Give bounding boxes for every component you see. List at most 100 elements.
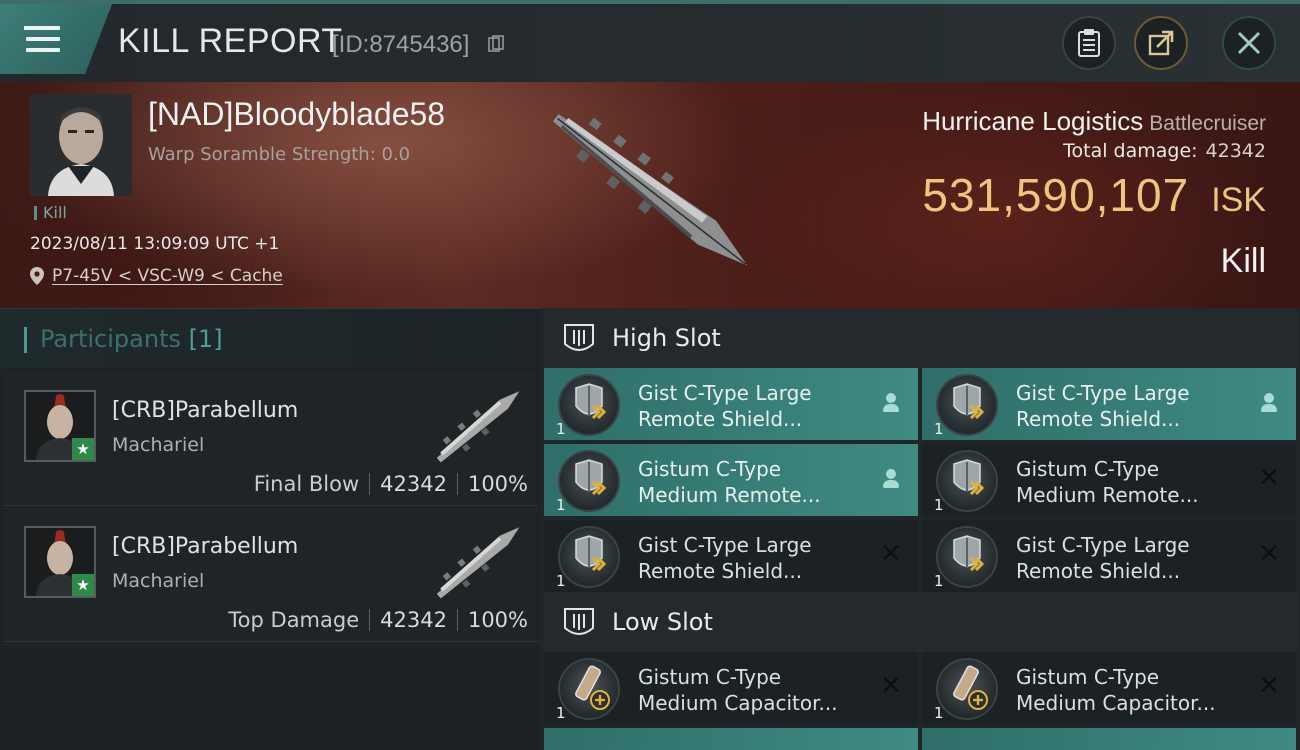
module-name-line2: Medium Remote... — [1016, 483, 1199, 507]
module-name-line1: Gist C-Type Large — [1016, 533, 1190, 557]
module-name-line1: Gist C-Type Large — [638, 533, 812, 557]
high-slot-label: High Slot — [612, 324, 721, 352]
low-slot-header: Low Slot — [544, 592, 1298, 652]
module-name: Gist C-Type Large Remote Shield... — [638, 380, 812, 432]
low-slot-label: Low Slot — [612, 608, 713, 636]
destroyed-icon: ✕ — [1258, 463, 1280, 493]
participant-row[interactable]: ★ [CRB]Parabellum Machariel Final Blow 4… — [4, 372, 538, 506]
module-quantity: 1 — [556, 496, 566, 514]
participant-percent: 100% — [467, 608, 528, 632]
participant-name[interactable]: [CRB]Parabellum — [112, 398, 298, 423]
module-quantity: 1 — [556, 420, 566, 438]
menu-button[interactable] — [0, 4, 112, 74]
victim-ship-class: Battlecruiser — [1149, 112, 1266, 135]
module-slot[interactable]: 1 Gistum C-Type Medium Remote... ✕ — [922, 444, 1296, 516]
shield-booster-icon — [936, 450, 998, 512]
module-name-line1: Gistum C-Type — [1016, 665, 1160, 689]
total-damage-value: 42342 — [1205, 140, 1266, 162]
warp-scramble-strength: Warp Soramble Strength: 0.0 — [148, 144, 411, 165]
shield-booster-icon — [558, 526, 620, 588]
kill-location[interactable]: P7-45V < VSC-W9 < Cache — [30, 266, 283, 286]
participants-title: Participants [1] — [40, 325, 223, 353]
share-button[interactable] — [1134, 16, 1188, 70]
participant-damage: 42342 — [380, 608, 447, 632]
location-pin-icon — [30, 267, 44, 285]
clipboard-button[interactable] — [1062, 16, 1116, 70]
victim-ship-line: Hurricane Logistics Battlecruiser — [922, 106, 1266, 137]
module-name-line1: Gistum C-Type — [1016, 457, 1160, 481]
module-quantity: 1 — [934, 496, 944, 514]
destroyed-icon: ✕ — [880, 539, 902, 569]
isk-value-line: 531,590,107 ISK — [922, 168, 1266, 222]
module-slot[interactable]: 1 Gistum C-Type Medium Remote... — [544, 444, 918, 516]
participant-avatar[interactable]: ★ — [24, 526, 96, 598]
copy-icon[interactable] — [488, 35, 504, 53]
capacitor-icon — [936, 658, 998, 720]
participant-ship: Machariel — [112, 434, 205, 456]
stat-divider — [369, 473, 371, 495]
participants-count: [1] — [188, 325, 223, 353]
module-name: Gist C-Type Large Remote Shield... — [1016, 380, 1190, 432]
location-link[interactable]: P7-45V < VSC-W9 < Cache — [52, 266, 283, 286]
high-slot-icon — [564, 324, 594, 351]
module-name-line2: Remote Shield... — [1016, 407, 1181, 431]
victim-ship-name[interactable]: Hurricane Logistics — [922, 106, 1143, 136]
module-name: Gist C-Type Large Remote Shield... — [638, 532, 812, 584]
participant-tag: Top Damage — [228, 608, 360, 632]
shield-booster-icon — [936, 374, 998, 436]
participants-panel: Participants [1] ★ [CRB]Parabellum Macha… — [0, 308, 540, 750]
participant-name[interactable]: [CRB]Parabellum — [112, 534, 298, 559]
next-module-row-peek — [544, 728, 1298, 750]
kill-datetime: 2023/08/11 13:09:09 UTC +1 — [30, 234, 280, 254]
stat-divider — [369, 609, 371, 631]
participant-avatar[interactable]: ★ — [24, 390, 96, 462]
victim-banner: [NAD]Bloodyblade58 Warp Soramble Strengt… — [0, 82, 1300, 308]
participant-stats: Final Blow 42342 100% — [254, 472, 528, 496]
victim-ship-image — [552, 114, 748, 266]
close-button[interactable] — [1222, 16, 1276, 70]
module-name-line2: Remote Shield... — [638, 407, 803, 431]
kill-tag: Kill — [34, 205, 67, 221]
module-slot[interactable]: 1 Gist C-Type Large Remote Shield... ✕ — [922, 520, 1296, 592]
shield-booster-icon — [558, 374, 620, 436]
victim-name[interactable]: [NAD]Bloodyblade58 — [148, 96, 445, 133]
participants-label: Participants — [40, 325, 181, 353]
kill-result: Kill — [1220, 242, 1266, 280]
module-quantity: 1 — [934, 704, 944, 722]
module-name: Gistum C-Type Medium Remote... — [1016, 456, 1199, 508]
module-slot[interactable]: 1 Gist C-Type Large Remote Shield... ✕ — [544, 520, 918, 592]
module-name-line2: Remote Shield... — [1016, 559, 1181, 583]
shield-booster-icon — [558, 450, 620, 512]
participants-header: Participants [1] — [0, 308, 540, 368]
pilot-icon — [880, 468, 902, 490]
module-name-line2: Medium Capacitor... — [638, 691, 838, 715]
module-name-line1: Gist C-Type Large — [638, 381, 812, 405]
pilot-icon — [1258, 392, 1280, 414]
victim-portrait-image — [30, 94, 132, 196]
participant-ship: Machariel — [112, 570, 205, 592]
victim-portrait[interactable] — [30, 94, 132, 196]
module-name: Gistum C-Type Medium Remote... — [638, 456, 821, 508]
module-quantity: 1 — [934, 572, 944, 590]
module-slot[interactable]: 1 Gist C-Type Large Remote Shield... — [922, 368, 1296, 440]
clipboard-icon — [1078, 29, 1100, 57]
module-slot[interactable]: 1 Gistum C-Type Medium Capacitor... ✕ — [544, 652, 918, 724]
pilot-icon — [880, 392, 902, 414]
participants-accent-bar — [24, 327, 27, 353]
module-slot[interactable]: 1 Gistum C-Type Medium Capacitor... ✕ — [922, 652, 1296, 724]
destroyed-icon: ✕ — [880, 671, 902, 701]
close-icon — [1237, 31, 1261, 55]
high-slot-header: High Slot — [544, 308, 1298, 368]
participant-row[interactable]: ★ [CRB]Parabellum Machariel Top Damage 4… — [4, 508, 538, 642]
isk-value: 531,590,107 — [922, 169, 1190, 221]
module-slot[interactable]: 1 Gist C-Type Large Remote Shield... — [544, 368, 918, 440]
module-name-line1: Gistum C-Type — [638, 457, 782, 481]
star-icon: ★ — [72, 574, 94, 596]
top-accent-line — [0, 0, 1300, 4]
fitting-panel: High Slot 1 Gist C-Type Large Remote Shiel… — [540, 308, 1300, 750]
participant-ship-image — [436, 527, 520, 599]
participant-stats: Top Damage 42342 100% — [228, 608, 528, 632]
low-slot-icon — [564, 608, 594, 635]
module-quantity: 1 — [556, 572, 566, 590]
participant-tag: Final Blow — [253, 472, 360, 496]
